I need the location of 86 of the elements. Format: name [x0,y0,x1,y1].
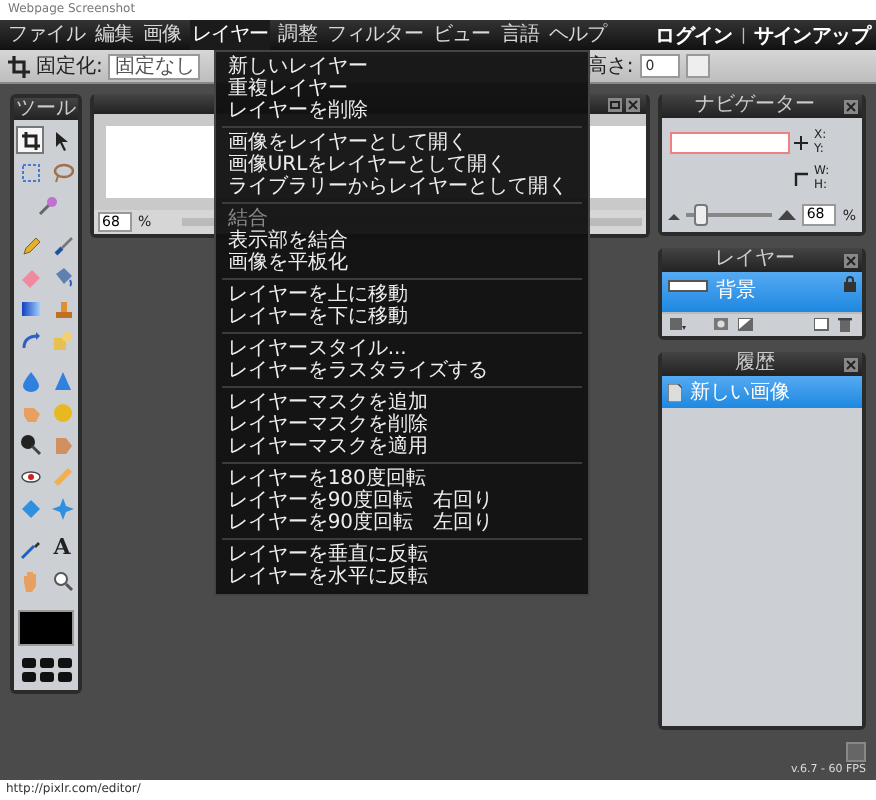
crosshair-icon [794,135,808,149]
layer-options-icon [670,318,686,332]
menu-entry[interactable]: レイヤーを180度回転 [215,468,446,490]
menu-entry[interactable]: レイヤーマスクを適用 [215,436,448,458]
constraint-dropdown[interactable]: 固定なし [108,53,201,79]
wand-icon [35,193,57,215]
triangle-icon [51,369,73,391]
constraint-label: 固定化: [36,53,103,80]
menu-entry[interactable]: レイヤーを下に移動 [215,306,428,328]
menu-entry[interactable]: 画像を平板化 [215,252,368,274]
close-icon [626,97,640,111]
menu-item[interactable]: 言語 [498,20,541,50]
tool-button[interactable] [48,566,76,594]
signup-link[interactable]: サインアップ [753,21,870,49]
adjustment-icon [738,318,754,332]
sponge-icon [51,401,73,423]
panel-title: レイヤー [713,248,797,272]
color-swatch[interactable] [18,610,74,646]
menu-item[interactable]: 画像 [141,20,184,50]
option-checkbox[interactable] [685,54,710,78]
tool-button[interactable] [16,430,44,458]
panel-title: ツール [14,98,78,120]
marquee-icon [19,161,41,183]
shapes-icon [51,329,73,351]
menu-entry[interactable]: レイヤーマスクを追加 [215,392,448,414]
menu-entry[interactable]: レイヤーを水平に反転 [215,566,448,588]
menu-item[interactable]: レイヤー [189,20,271,50]
trash-icon [838,318,854,332]
menu-entry[interactable]: 画像URLをレイヤーとして開く [215,154,528,176]
menu-entry[interactable]: 画像をレイヤーとして開く [215,132,488,154]
crop-icon [19,129,41,151]
login-link[interactable]: ログイン [655,21,733,49]
mask-icon [714,318,730,332]
menu-entry[interactable]: レイヤースタイル... [215,338,427,360]
zoom-icon [51,569,73,591]
close-icon [844,357,858,371]
small-mountain-icon [668,211,680,219]
tool-button[interactable] [16,126,44,154]
menu-item[interactable]: ビュー [430,20,493,50]
pencil-icon [19,233,41,255]
menu-item[interactable]: 調整 [276,20,319,50]
panel-title: ナビゲーター [693,94,817,118]
eyedropper-icon [19,537,41,559]
menu-entry[interactable]: レイヤーを90度回転 右回り [215,490,514,512]
layer-thumbnail [668,280,708,292]
maximize-icon [608,97,622,111]
menu-entry[interactable]: レイヤーマスクを削除 [215,414,448,436]
new-layer-icon [814,318,830,332]
curved-arrow-icon [19,329,41,351]
close-icon [844,99,858,113]
crop-icon [8,55,30,77]
navigator-thumbnail [670,131,790,153]
menu-entry[interactable]: 新しいレイヤー [215,56,388,78]
divider-mark: | [740,26,746,44]
eye-icon [19,465,41,487]
corner-icon [794,171,808,185]
menu-entry[interactable]: レイヤーを垂直に反転 [215,544,448,566]
close-icon [844,253,858,267]
menu-entry[interactable]: レイヤーを上に移動 [215,284,428,306]
menu-item[interactable]: ヘルプ [546,20,609,50]
gradient-icon [19,297,41,319]
menu-entry[interactable]: 表示部を結合 [215,230,368,252]
history-label: 新しい画像 [690,379,790,406]
hand-icon [19,569,41,591]
lasso-icon [51,161,73,183]
drop-icon [19,369,41,391]
fullscreen-button[interactable] [846,742,866,762]
menu-entry[interactable]: レイヤーを90度回転 左回り [215,512,514,534]
tool-button[interactable]: A [48,534,76,562]
menu-entry[interactable]: ライブラリーからレイヤーとして開く [215,176,588,198]
layer-name: 背景 [716,277,758,304]
eraser-icon [19,265,41,287]
menu-item[interactable]: ファイル [6,20,87,50]
panel-title: 履歴 [733,352,777,376]
stamp-icon [51,297,73,319]
menu-entry[interactable]: 重複レイヤー [215,78,368,100]
menu-item[interactable]: 編集 [92,20,136,50]
brush-icon [51,233,73,255]
document-icon [668,383,682,401]
color-presets-icon [21,658,71,682]
menu-item[interactable]: フィルター [324,20,425,50]
large-mountain-icon [778,210,797,220]
menu-entry[interactable]: レイヤーを削除 [215,100,388,122]
cursor-icon [51,129,73,151]
menu-entry[interactable]: レイヤーをラスタライズする [215,360,508,382]
slider-thumb[interactable] [693,204,707,226]
